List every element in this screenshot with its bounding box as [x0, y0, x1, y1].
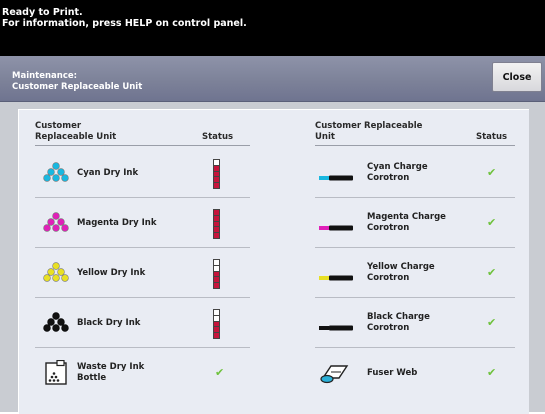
- unit-label-line-1: Waste Dry Ink: [77, 362, 145, 372]
- screen-title-line-2: Customer Replaceable Unit: [12, 82, 143, 92]
- close-button[interactable]: Close: [492, 62, 542, 92]
- black-corotron-icon: [319, 318, 353, 337]
- cru-panel: Customer Replaceable Unit Status Custome…: [18, 109, 529, 414]
- magenta-ink-icon: [43, 212, 69, 238]
- screen-titlebar: Maintenance: Customer Replaceable Unit C…: [0, 56, 545, 102]
- unit-label-line-1: Magenta Charge: [367, 212, 446, 222]
- unit-label: Fuser Web: [367, 368, 417, 379]
- level-gauge: [213, 209, 220, 239]
- left-header-unit-line-2: Replaceable Unit: [35, 132, 117, 142]
- list-item: Magenta Dry Ink: [35, 198, 250, 248]
- waste-bottle-icon: [43, 359, 69, 390]
- unit-label-line-2: Corotron: [367, 173, 410, 183]
- unit-label-line-1: Cyan Dry Ink: [77, 168, 139, 178]
- screen-title-line-1: Maintenance:: [12, 71, 78, 81]
- unit-label: Cyan Dry Ink: [77, 168, 138, 179]
- cyan-ink-icon: [43, 162, 69, 188]
- unit-label-line-1: Black Charge: [367, 312, 430, 322]
- unit-label: Black Charge Corotron: [367, 312, 430, 334]
- unit-label-line-1: Yellow Charge: [367, 262, 435, 272]
- black-ink-icon: [43, 312, 69, 338]
- right-header-status: Status: [476, 132, 508, 142]
- unit-label: Magenta Charge Corotron: [367, 212, 446, 234]
- check-icon: ✔: [487, 316, 497, 329]
- left-header-divider: [35, 145, 250, 146]
- list-item: Cyan Charge Corotron ✔: [315, 148, 515, 198]
- left-header-unit-line-1: Customer: [35, 121, 82, 131]
- list-item: Black Charge Corotron ✔: [315, 298, 515, 348]
- magenta-corotron-icon: [319, 218, 353, 237]
- left-header-unit: Customer Replaceable Unit: [35, 121, 116, 143]
- unit-label: Black Dry Ink: [77, 318, 140, 329]
- unit-label-line-2: Bottle: [77, 373, 107, 383]
- message-line-2: For information, press HELP on control p…: [2, 18, 247, 29]
- right-header-divider: [315, 145, 515, 146]
- level-gauge-segment: [214, 333, 219, 338]
- screen-title: Maintenance: Customer Replaceable Unit: [12, 71, 142, 93]
- maintenance-screen: Maintenance: Customer Replaceable Unit C…: [0, 56, 545, 414]
- check-icon: ✔: [487, 166, 497, 179]
- yellow-ink-icon: [43, 262, 69, 288]
- list-item: Black Dry Ink: [35, 298, 250, 348]
- unit-label: Waste Dry Ink Bottle: [77, 362, 144, 384]
- fuser-web-icon: [319, 362, 349, 388]
- unit-label-line-2: Corotron: [367, 323, 410, 333]
- level-gauge: [213, 259, 220, 289]
- unit-label-line-1: Fuser Web: [367, 368, 418, 378]
- unit-label-line-1: Cyan Charge: [367, 162, 428, 172]
- list-item: Cyan Dry Ink: [35, 148, 250, 198]
- left-header-status: Status: [202, 132, 234, 142]
- unit-label-line-2: Corotron: [367, 223, 410, 233]
- right-header-unit-line-1: Customer Replaceable: [315, 121, 423, 131]
- yellow-corotron-icon: [319, 268, 353, 287]
- message-bar: Ready to Print. For information, press H…: [0, 0, 545, 56]
- unit-label-line-1: Yellow Dry Ink: [77, 268, 146, 278]
- right-header-unit-line-2: Unit: [315, 132, 335, 142]
- unit-label-line-1: Black Dry Ink: [77, 318, 141, 328]
- check-icon: ✔: [215, 366, 225, 379]
- list-item: Fuser Web ✔: [315, 348, 515, 398]
- unit-label-line-2: Corotron: [367, 273, 410, 283]
- unit-label: Magenta Dry Ink: [77, 218, 156, 229]
- list-item: Yellow Charge Corotron ✔: [315, 248, 515, 298]
- check-icon: ✔: [487, 216, 497, 229]
- level-gauge-segment: [214, 183, 219, 188]
- level-gauge-segment: [214, 283, 219, 288]
- right-header-unit: Customer Replaceable Unit: [315, 121, 422, 143]
- unit-label: Yellow Dry Ink: [77, 268, 145, 279]
- level-gauge: [213, 159, 220, 189]
- unit-label: Cyan Charge Corotron: [367, 162, 428, 184]
- message-line-1: Ready to Print.: [2, 7, 83, 18]
- list-item: Waste Dry Ink Bottle ✔: [35, 348, 250, 398]
- check-icon: ✔: [487, 266, 497, 279]
- unit-label: Yellow Charge Corotron: [367, 262, 435, 284]
- level-gauge-segment: [214, 233, 219, 238]
- unit-label-line-1: Magenta Dry Ink: [77, 218, 157, 228]
- list-item: Magenta Charge Corotron ✔: [315, 198, 515, 248]
- check-icon: ✔: [487, 366, 497, 379]
- cyan-corotron-icon: [319, 168, 353, 187]
- level-gauge: [213, 309, 220, 339]
- list-item: Yellow Dry Ink: [35, 248, 250, 298]
